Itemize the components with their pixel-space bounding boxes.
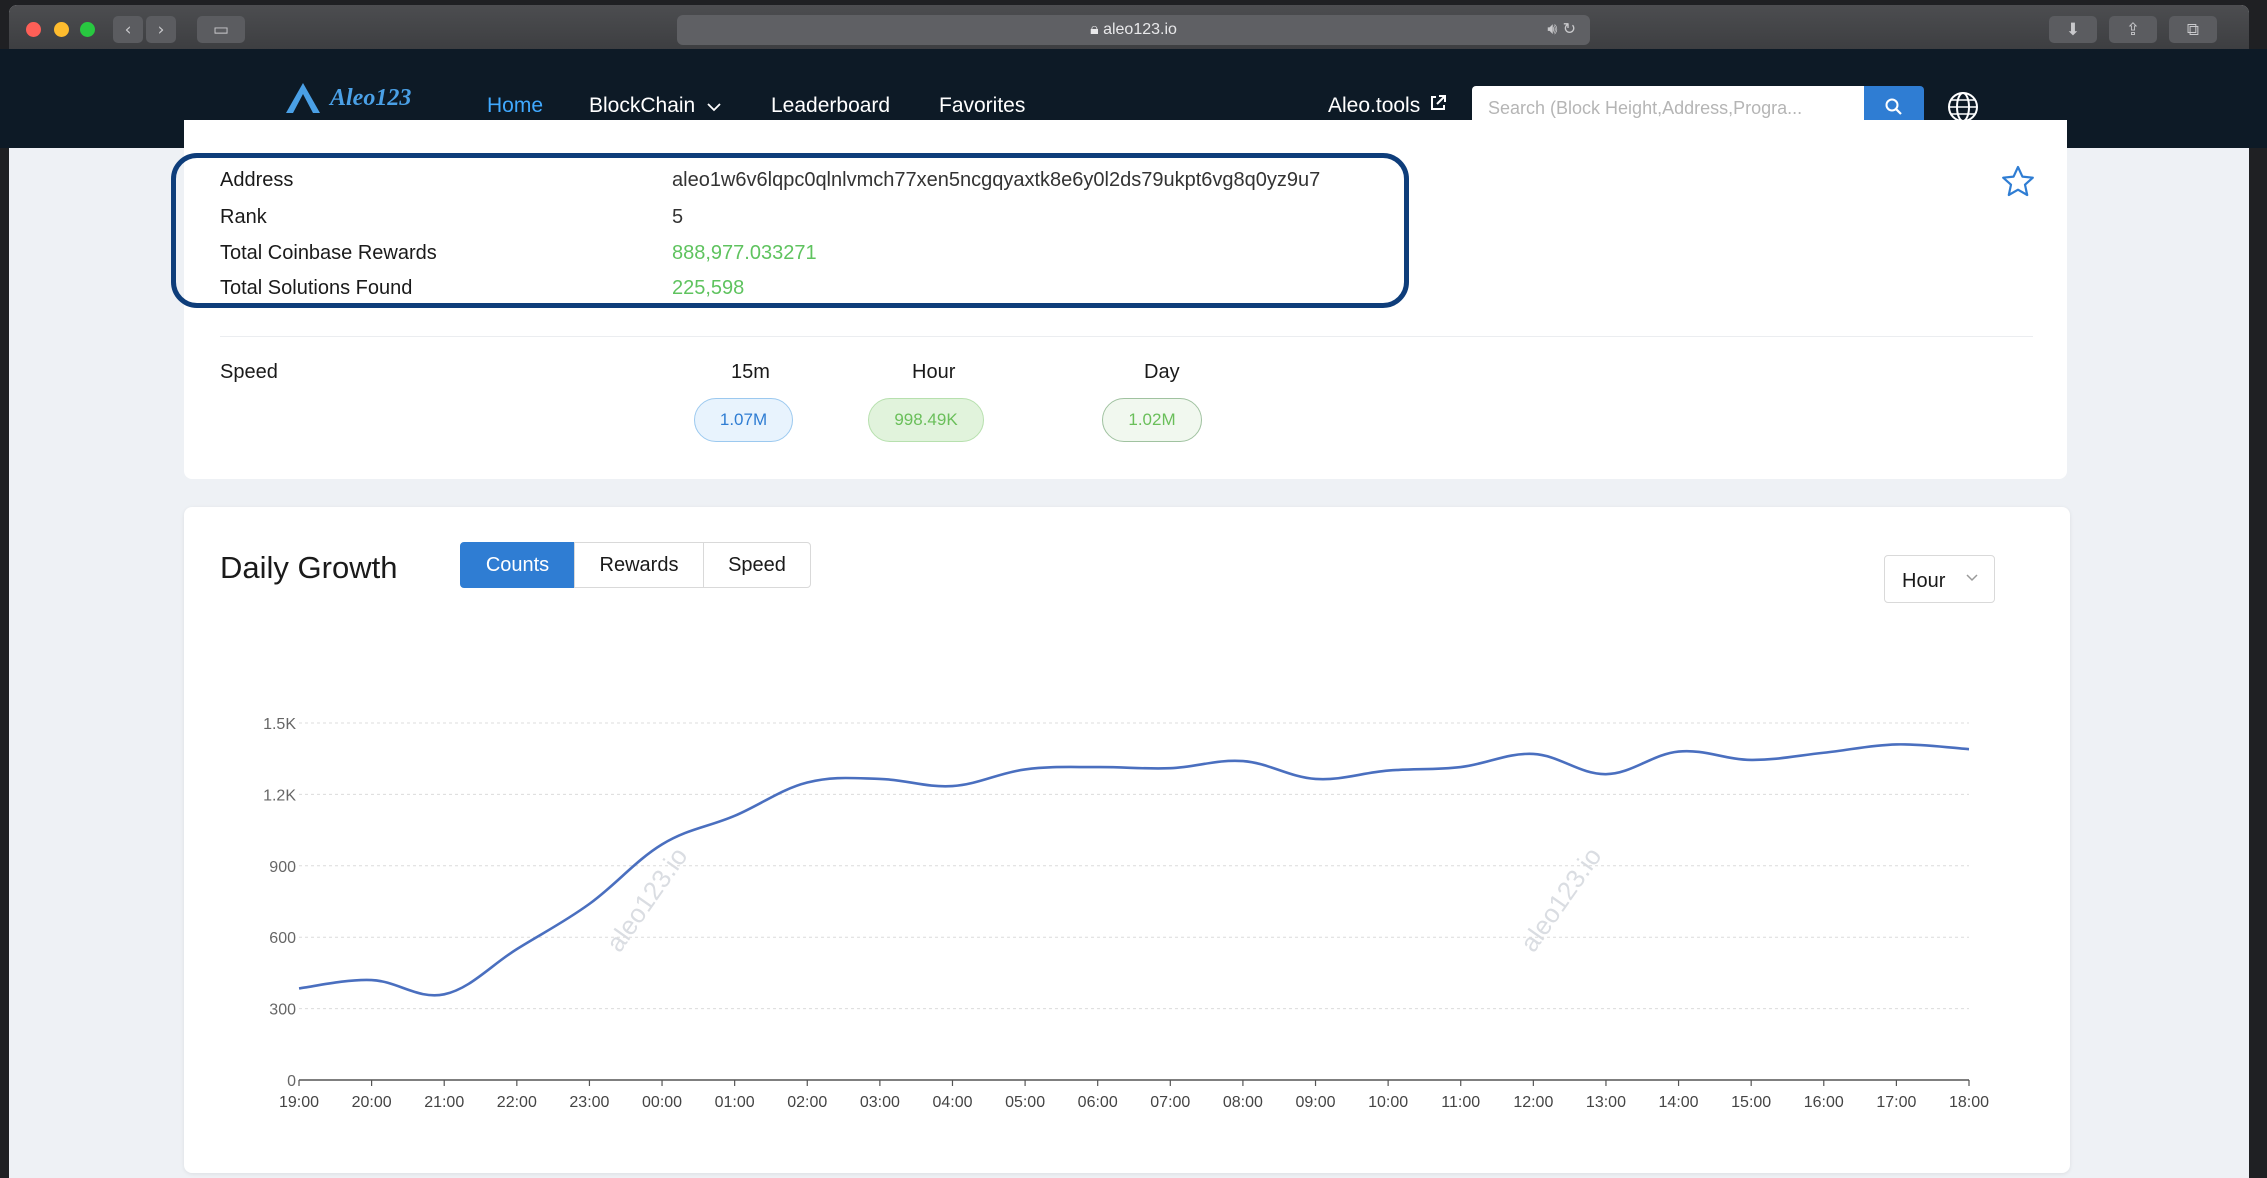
reload-icon[interactable]: ↻ xyxy=(1563,19,1576,38)
address-label: Address xyxy=(220,169,294,191)
solutions-found-label: Total Solutions Found xyxy=(220,277,413,299)
tab-rewards[interactable]: Rewards xyxy=(574,542,704,588)
daily-growth-title: Daily Growth xyxy=(220,550,398,585)
section-divider xyxy=(220,336,2033,337)
speed-header-15m: 15m xyxy=(731,361,770,383)
logo-text: Aleo123 xyxy=(330,84,412,111)
nav-favorites[interactable]: Favorites xyxy=(939,94,1025,118)
globe-icon[interactable] xyxy=(1946,90,1980,124)
speed-day-badge: 1.02M xyxy=(1102,398,1202,442)
search-placeholder: Search (Block Height,Address,Progra... xyxy=(1488,98,1803,118)
favorite-star-icon[interactable] xyxy=(2000,164,2036,200)
tab-counts[interactable]: Counts xyxy=(460,542,575,588)
rank-value: 5 xyxy=(672,206,684,228)
chevron-down-icon xyxy=(1966,574,1978,582)
solutions-found-value: 225,598 xyxy=(672,277,745,299)
speed-15m-badge: 1.07M xyxy=(694,398,793,442)
download-icon[interactable]: ⬇ xyxy=(2049,16,2097,43)
close-window-button[interactable] xyxy=(26,22,41,37)
address-value: aleo1w6v6lqpc0qlnlvmch77xen5ncgqyaxtk8e6… xyxy=(672,169,1321,191)
tabs-overview-icon[interactable]: ⧉ xyxy=(2169,16,2217,43)
chevron-down-icon xyxy=(707,103,721,112)
speed-hour-badge: 998.49K xyxy=(868,398,984,442)
forward-button[interactable]: › xyxy=(146,16,176,43)
daily-growth-card xyxy=(184,507,2070,1173)
minimize-window-button[interactable] xyxy=(54,22,69,37)
nav-leaderboard[interactable]: Leaderboard xyxy=(771,94,890,118)
speed-header-hour: Hour xyxy=(912,361,956,383)
tab-speed[interactable]: Speed xyxy=(703,542,811,588)
nav-blockchain[interactable]: BlockChain xyxy=(589,94,721,118)
nav-home[interactable]: Home xyxy=(487,94,543,118)
interval-select[interactable]: Hour xyxy=(1884,555,1995,603)
speaker-icon[interactable]: 🔊︎ xyxy=(1547,19,1557,38)
interval-select-value: Hour xyxy=(1902,570,1946,592)
rank-label: Rank xyxy=(220,206,267,228)
coinbase-rewards-label: Total Coinbase Rewards xyxy=(220,242,437,264)
aleo-tools-link[interactable]: Aleo.tools xyxy=(1328,94,1447,118)
maximize-window-button[interactable] xyxy=(80,22,95,37)
search-icon xyxy=(1885,98,1902,115)
coinbase-rewards-value: 888,977.033271 xyxy=(672,242,817,264)
speed-label: Speed xyxy=(220,361,278,383)
share-icon[interactable]: ⇪ xyxy=(2109,16,2157,43)
speed-header-day: Day xyxy=(1144,361,1180,383)
sidebar-toggle-icon[interactable]: ▭ xyxy=(197,16,245,43)
aleo-logo-icon xyxy=(286,83,320,113)
lock-icon: 🔒︎ xyxy=(1090,21,1099,38)
external-link-icon xyxy=(1431,95,1447,110)
browser-titlebar: ‹ › ▭ 🔒︎ aleo123.io 🔊︎ ↻ ⬇ ⇪ ⧉ xyxy=(9,5,2249,54)
aleo-tools-label: Aleo.tools xyxy=(1328,94,1421,117)
back-button[interactable]: ‹ xyxy=(113,16,143,43)
address-bar[interactable]: 🔒︎ aleo123.io 🔊︎ ↻ xyxy=(677,15,1590,45)
url-text: aleo123.io xyxy=(1103,21,1177,38)
nav-blockchain-label: BlockChain xyxy=(589,94,696,117)
logo[interactable]: Aleo123 xyxy=(284,81,411,115)
